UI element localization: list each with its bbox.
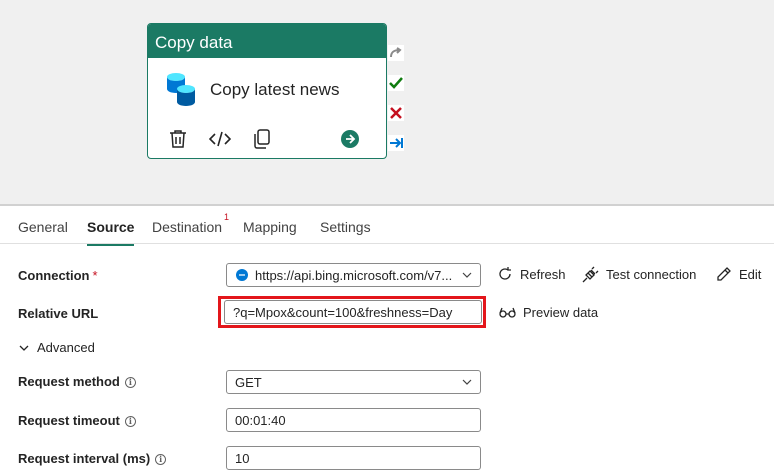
code-icon[interactable] [209, 128, 231, 150]
tab-destination[interactable]: Destination 1 [152, 212, 229, 235]
request-method-dropdown[interactable]: GET [226, 370, 481, 394]
connection-dropdown[interactable]: https://api.bing.microsoft.com/v7... [226, 263, 481, 287]
plug-icon [582, 266, 599, 283]
connection-value: https://api.bing.microsoft.com/v7... [255, 268, 453, 283]
preview-data-button[interactable]: Preview data [499, 305, 598, 320]
tab-destination-label: Destination [152, 219, 223, 235]
edit-button[interactable]: Edit [716, 266, 761, 282]
pencil-icon [717, 267, 731, 281]
glasses-icon [499, 307, 516, 318]
delete-icon[interactable] [167, 128, 189, 150]
info-icon[interactable]: i [124, 416, 136, 427]
relative-url-label: Relative URL [18, 306, 99, 321]
properties-tabs: General Source Destination 1 Mapping Set… [0, 206, 774, 246]
pipeline-canvas[interactable]: Copy data Copy latest news [0, 0, 774, 204]
request-interval-input[interactable]: 10 [226, 446, 481, 470]
error-count-badge: 1 [224, 212, 230, 222]
request-timeout-label-text: Request timeout [18, 413, 120, 428]
tab-general[interactable]: General [18, 219, 68, 235]
request-interval-label-text: Request interval (ms) [18, 451, 151, 466]
info-icon[interactable]: i [124, 377, 136, 388]
activity-type-header: Copy data [148, 24, 386, 58]
go-arrow-icon[interactable] [339, 128, 361, 150]
tab-mapping[interactable]: Mapping [243, 219, 297, 235]
refresh-button[interactable]: Refresh [497, 266, 566, 282]
test-connection-label: Test connection [606, 267, 697, 282]
advanced-toggle[interactable]: Advanced [18, 340, 95, 355]
activity-name: Copy latest news [210, 80, 340, 99]
request-method-value: GET [235, 375, 262, 390]
request-method-label-text: Request method [18, 374, 120, 389]
connection-label-text: Connection [18, 268, 90, 283]
request-timeout-input[interactable]: 00:01:40 [226, 408, 481, 432]
database-icon [164, 72, 198, 108]
copy-icon[interactable] [251, 128, 273, 150]
connection-label: Connection * [18, 268, 98, 283]
refresh-icon [499, 267, 511, 280]
tab-source[interactable]: Source [87, 219, 135, 246]
fail-x-icon[interactable] [388, 105, 404, 121]
tab-settings[interactable]: Settings [320, 219, 371, 235]
success-check-icon[interactable] [388, 75, 404, 91]
connection-type-icon [236, 269, 248, 281]
request-method-label: Request method i [18, 374, 136, 389]
chevron-down-icon [19, 345, 29, 351]
request-timeout-label: Request timeout i [18, 413, 136, 428]
required-mark: * [92, 268, 98, 283]
highlight-box [218, 296, 486, 328]
test-connection-button[interactable]: Test connection [582, 266, 696, 283]
chevron-down-icon [461, 269, 473, 281]
advanced-label: Advanced [37, 340, 95, 355]
preview-data-label: Preview data [523, 305, 599, 320]
chevron-down-icon [461, 376, 473, 388]
refresh-label: Refresh [520, 266, 566, 282]
skip-arrow-icon[interactable] [388, 45, 404, 61]
copy-data-activity[interactable]: Copy data Copy latest news [147, 23, 387, 159]
info-icon[interactable]: i [155, 454, 167, 465]
request-interval-label: Request interval (ms) i [18, 451, 167, 466]
completion-arrow-icon[interactable] [388, 135, 404, 151]
edit-label: Edit [739, 266, 762, 282]
